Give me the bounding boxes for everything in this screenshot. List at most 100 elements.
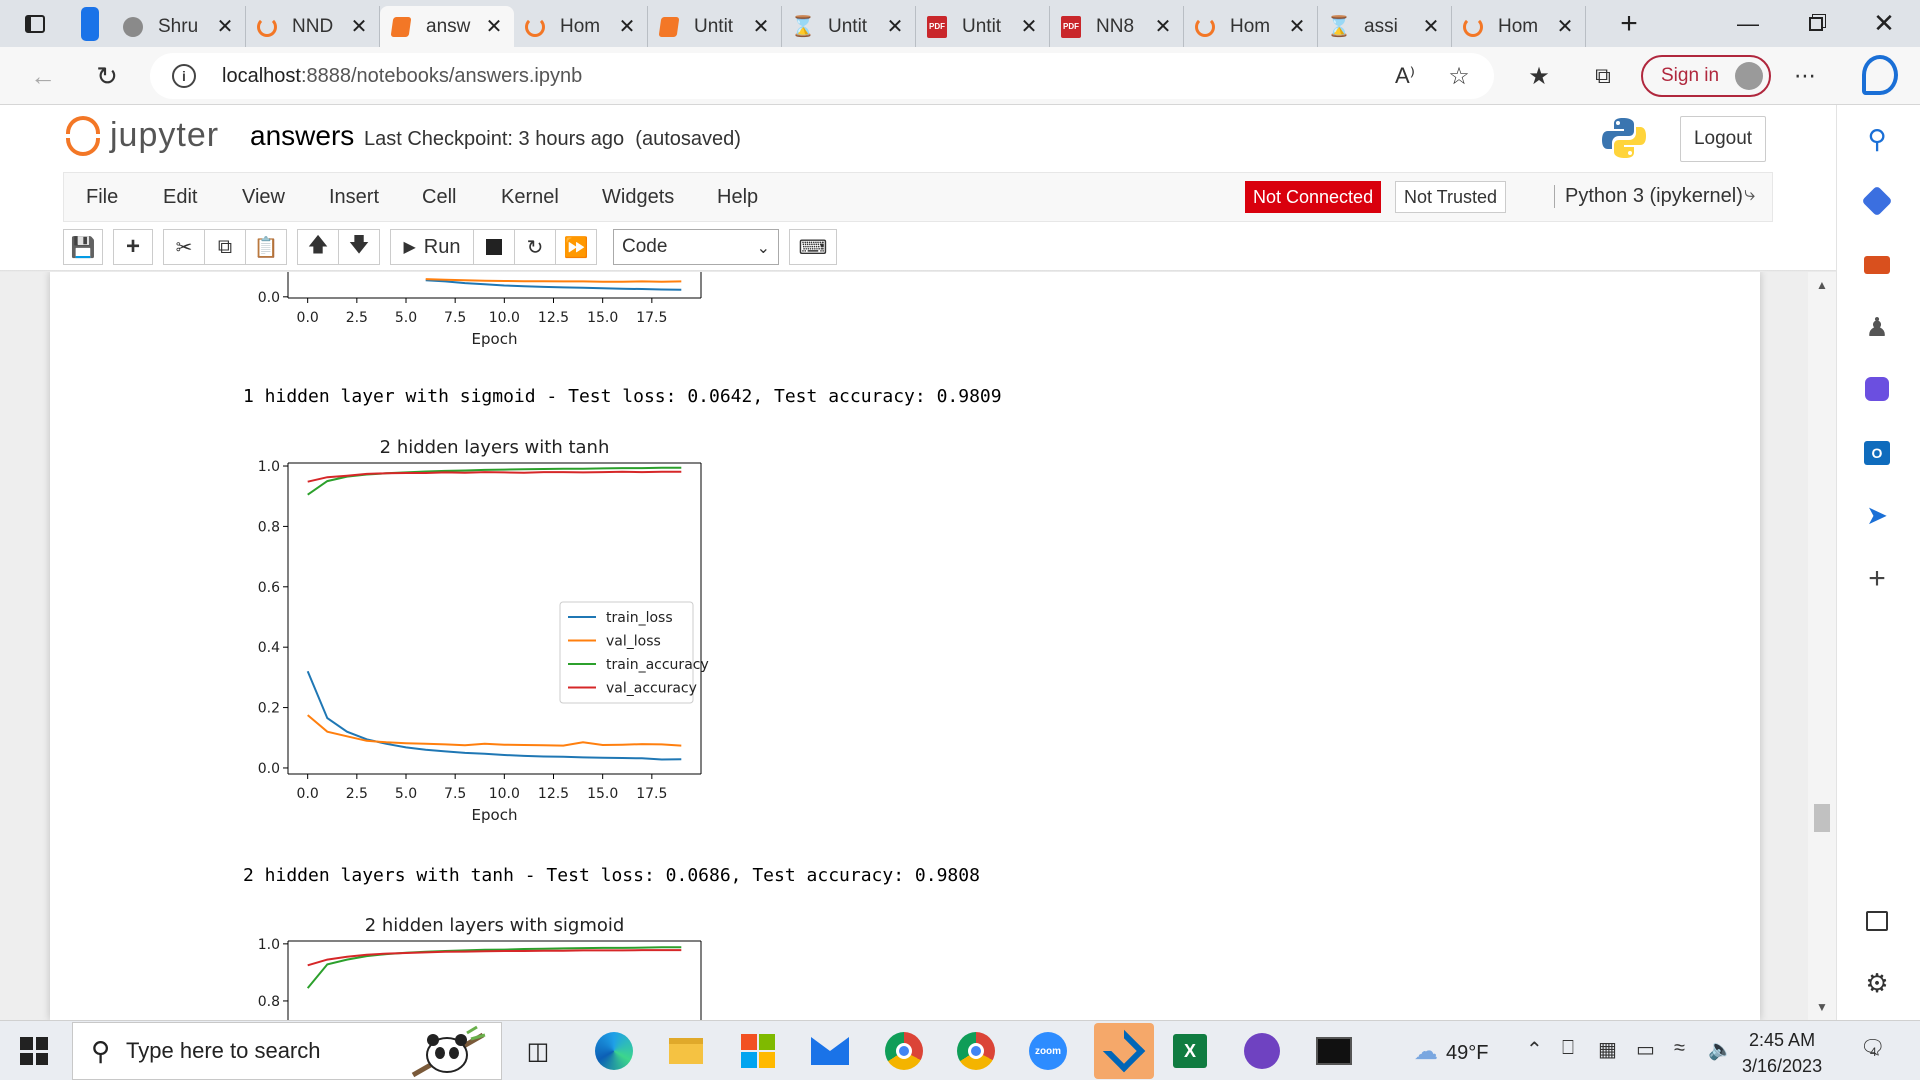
browser-tab[interactable]: Shru ✕ <box>112 6 246 47</box>
battery-icon[interactable]: ▭ <box>1636 1037 1655 1062</box>
logout-button[interactable]: Logout <box>1680 116 1766 162</box>
hide-sidebar-icon[interactable] <box>1859 903 1895 939</box>
collections-icon[interactable]: ⧉ <box>1584 57 1622 95</box>
browser-tab[interactable]: ⌛ Untit ✕ <box>782 6 916 47</box>
settings-gear-icon[interactable]: ⚙ <box>1859 965 1895 1001</box>
send-icon[interactable]: ➤ <box>1859 497 1895 533</box>
trust-status[interactable]: Not Trusted <box>1395 181 1507 213</box>
insert-cell-icon[interactable]: + <box>113 229 153 265</box>
display-icon[interactable]: ▦ <box>1598 1037 1617 1062</box>
terminal-icon[interactable] <box>1312 1029 1356 1073</box>
read-aloud-icon[interactable]: A⁾ <box>1386 57 1424 95</box>
menu-insert[interactable]: Insert <box>329 186 379 209</box>
menu-file[interactable]: File <box>86 186 118 209</box>
notebook-scrollbar[interactable]: ▲ ▼ <box>1808 272 1836 1020</box>
close-tab-icon[interactable]: ✕ <box>751 14 771 39</box>
taskbar-search[interactable]: ⚲ Type here to search <box>72 1022 502 1080</box>
run-button[interactable]: ▶ Run <box>390 229 474 265</box>
search-icon[interactable]: ⚲ <box>1859 121 1895 157</box>
browser-tab[interactable]: answ ✕ <box>380 6 514 47</box>
tab-actions-icon[interactable] <box>76 0 104 47</box>
favorites-icon[interactable]: ★ <box>1520 57 1558 95</box>
scroll-down-icon[interactable]: ▼ <box>1816 1000 1828 1014</box>
close-tab-icon[interactable]: ✕ <box>1153 14 1173 39</box>
notifications-icon[interactable]: 🗨 4 <box>1860 1035 1885 1060</box>
wifi-icon[interactable]: ≈ <box>1674 1037 1685 1060</box>
restore-button[interactable] <box>1794 0 1838 47</box>
menu-cell[interactable]: Cell <box>422 186 456 209</box>
chrome-icon[interactable] <box>882 1029 926 1073</box>
shopping-tag-icon[interactable] <box>1859 183 1895 219</box>
command-palette-icon[interactable]: ⌨ <box>789 229 837 265</box>
store-icon[interactable] <box>736 1029 780 1073</box>
cell-type-select[interactable]: Code ⌄ <box>613 229 779 265</box>
move-up-icon[interactable]: 🡅 <box>297 229 339 265</box>
scroll-thumb[interactable] <box>1814 804 1830 832</box>
office-icon[interactable] <box>1859 371 1895 407</box>
interrupt-icon[interactable] <box>473 229 515 265</box>
windows-start-icon[interactable] <box>20 1037 48 1065</box>
vscode-icon[interactable] <box>1094 1023 1154 1079</box>
file-explorer-icon[interactable] <box>664 1029 708 1073</box>
menu-widgets[interactable]: Widgets <box>602 186 674 209</box>
browser-tab[interactable]: PDF NN8 ✕ <box>1050 6 1184 47</box>
move-down-icon[interactable]: 🡇 <box>338 229 380 265</box>
clock[interactable]: 2:45 AM 3/16/2023 <box>1742 1027 1822 1079</box>
close-window-button[interactable]: ✕ <box>1862 0 1906 47</box>
refresh-icon[interactable]: ↻ <box>88 57 126 95</box>
menu-view[interactable]: View <box>242 186 285 209</box>
close-tab-icon[interactable]: ✕ <box>349 14 369 39</box>
github-desktop-icon[interactable] <box>1240 1029 1284 1073</box>
volume-icon[interactable]: 🔈 <box>1708 1037 1733 1062</box>
sign-in-button[interactable]: Sign in <box>1641 55 1771 97</box>
outlook-icon[interactable]: O <box>1859 435 1895 471</box>
site-info-icon[interactable]: i <box>172 64 196 88</box>
url-bar[interactable]: i localhost:8888/notebooks/answers.ipynb… <box>150 53 1494 99</box>
close-tab-icon[interactable]: ✕ <box>1019 14 1039 39</box>
workspaces-icon[interactable] <box>18 0 52 47</box>
copy-icon[interactable]: ⧉ <box>204 229 246 265</box>
new-tab-button[interactable]: + <box>1610 0 1648 47</box>
add-sidebar-app-icon[interactable]: + <box>1859 561 1895 597</box>
task-view-icon[interactable]: ◫ <box>516 1029 560 1073</box>
close-tab-icon[interactable]: ✕ <box>1287 14 1307 39</box>
browser-tab[interactable]: Hom ✕ <box>1452 6 1586 47</box>
save-icon[interactable]: 💾 <box>63 229 103 265</box>
chevron-up-icon[interactable]: ⌃ <box>1526 1037 1543 1062</box>
paste-icon[interactable]: 📋 <box>245 229 287 265</box>
browser-tab[interactable]: Hom ✕ <box>514 6 648 47</box>
menu-edit[interactable]: Edit <box>163 186 197 209</box>
browser-tab[interactable]: PDF Untit ✕ <box>916 6 1050 47</box>
close-tab-icon[interactable]: ✕ <box>215 14 235 39</box>
close-tab-icon[interactable]: ✕ <box>1421 14 1441 39</box>
close-tab-icon[interactable]: ✕ <box>617 14 637 39</box>
tools-briefcase-icon[interactable] <box>1859 247 1895 283</box>
browser-tab[interactable]: Untit ✕ <box>648 6 782 47</box>
meet-now-icon[interactable]: ⎕ <box>1562 1037 1574 1060</box>
jupyter-logo[interactable]: jupyter <box>66 114 219 156</box>
minimize-button[interactable]: — <box>1726 0 1770 47</box>
back-icon[interactable]: ← <box>24 57 62 95</box>
kernel-connection-status[interactable]: Not Connected <box>1245 181 1382 213</box>
menu-kernel[interactable]: Kernel <box>501 186 559 209</box>
bing-chat-icon[interactable] <box>1858 53 1902 97</box>
restart-run-all-icon[interactable]: ⏩ <box>555 229 597 265</box>
edge-icon[interactable] <box>592 1029 636 1073</box>
more-options-icon[interactable]: ⋯ <box>1786 57 1824 95</box>
browser-tab[interactable]: NND ✕ <box>246 6 380 47</box>
zoom-icon[interactable]: zoom <box>1026 1029 1070 1073</box>
close-tab-icon[interactable]: ✕ <box>484 14 504 39</box>
scroll-up-icon[interactable]: ▲ <box>1816 278 1828 292</box>
weather-widget[interactable]: ☁ 49°F <box>1414 1037 1488 1066</box>
menu-help[interactable]: Help <box>717 186 758 209</box>
close-tab-icon[interactable]: ✕ <box>1555 14 1575 39</box>
notebook-name[interactable]: answers <box>250 120 354 152</box>
excel-icon[interactable]: X <box>1168 1029 1212 1073</box>
browser-tab[interactable]: Hom ✕ <box>1184 6 1318 47</box>
games-icon[interactable]: ♟ <box>1859 309 1895 345</box>
cut-icon[interactable]: ✂ <box>163 229 205 265</box>
url-text[interactable]: localhost:8888/notebooks/answers.ipynb <box>222 65 582 88</box>
chrome-profile-icon[interactable] <box>954 1029 998 1073</box>
mail-icon[interactable] <box>808 1029 852 1073</box>
restart-icon[interactable]: ↻ <box>514 229 556 265</box>
